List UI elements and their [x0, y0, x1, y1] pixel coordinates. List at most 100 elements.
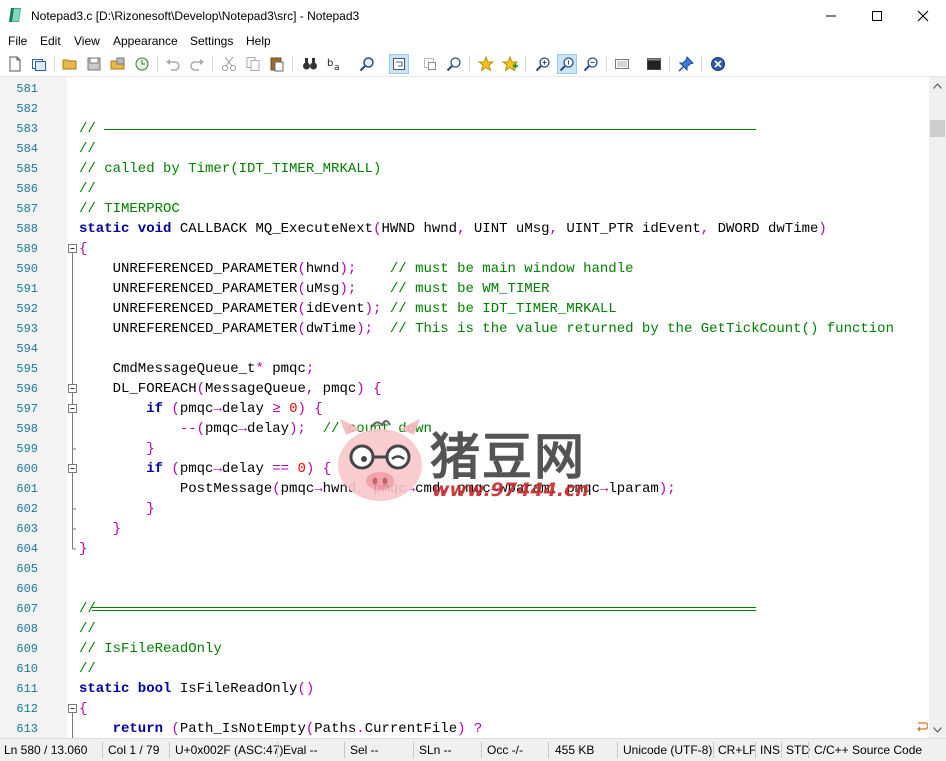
code-line[interactable]: 607 //	[0, 599, 929, 619]
exit-button[interactable]	[708, 54, 728, 74]
code-line[interactable]: 590 UNREFERENCED_PARAMETER(hwnd); // mus…	[0, 259, 929, 279]
select-button[interactable]	[420, 54, 440, 74]
code-line[interactable]: 587 // TIMERPROC	[0, 199, 929, 219]
console-icon	[647, 58, 661, 70]
code-line[interactable]: 609 // IsFileReadOnly	[0, 639, 929, 659]
find-button[interactable]	[300, 54, 320, 74]
line-number: 606	[16, 582, 38, 596]
code-line[interactable]: 581	[0, 79, 929, 99]
toolbar: ba	[0, 51, 946, 77]
fold-toggle-icon[interactable]	[67, 699, 79, 719]
status-std[interactable]: STD	[786, 743, 810, 757]
find-next-button[interactable]	[357, 54, 377, 74]
undo-button[interactable]	[163, 54, 183, 74]
menu-settings[interactable]: Settings	[190, 33, 233, 49]
browse-button[interactable]	[132, 54, 152, 74]
maximize-button[interactable]	[854, 0, 900, 31]
zoom-reset-icon	[559, 57, 574, 72]
fold-toggle-icon[interactable]	[67, 459, 79, 479]
code-line[interactable]: 598 --(pmqc→delay); // count down	[0, 419, 929, 439]
code-line[interactable]: 593 UNREFERENCED_PARAMETER(dwTime); // T…	[0, 319, 929, 339]
new-window-button[interactable]	[29, 54, 49, 74]
code-line[interactable]: 592 UNREFERENCED_PARAMETER(idEvent); // …	[0, 299, 929, 319]
close-button[interactable]	[900, 0, 946, 31]
code-line[interactable]: 596 DL_FOREACH(MessageQueue, pmqc) {	[0, 379, 929, 399]
menu-edit[interactable]: Edit	[40, 33, 61, 49]
cut-button[interactable]	[219, 54, 239, 74]
status-eval[interactable]: Eval --	[283, 743, 318, 757]
zoom-reset-button[interactable]	[557, 54, 577, 74]
status-selection[interactable]: Sel --	[350, 743, 379, 757]
save-as-button[interactable]	[108, 54, 128, 74]
menu-file[interactable]: File	[8, 33, 27, 49]
paste-button[interactable]	[267, 54, 287, 74]
vertical-scrollbar[interactable]	[929, 77, 946, 738]
code-line[interactable]: 582	[0, 99, 929, 119]
select-icon	[424, 58, 436, 70]
pin-icon	[678, 56, 694, 72]
code-line[interactable]: 589 {	[0, 239, 929, 259]
code-line[interactable]: 610 //	[0, 659, 929, 679]
new-button[interactable]	[5, 54, 25, 74]
code-line[interactable]: 601 PostMessage(pmqc→hwnd, pmqc→cmd, pmq…	[0, 479, 929, 499]
fold-toggle-icon[interactable]	[67, 239, 79, 259]
scroll-up-icon[interactable]	[929, 77, 946, 94]
status-eol[interactable]: CR+LF	[718, 743, 756, 757]
minimize-button[interactable]	[808, 0, 854, 31]
fold-toggle-icon[interactable]	[67, 379, 79, 399]
console-button[interactable]	[644, 54, 664, 74]
status-lexer[interactable]: C/C++ Source Code	[814, 743, 922, 757]
code-line[interactable]: 600 if (pmqc→delay == 0) {	[0, 459, 929, 479]
open-button[interactable]	[60, 54, 80, 74]
favorites-button[interactable]	[476, 54, 496, 74]
code-line[interactable]: 613 return (Path_IsNotEmpty(Paths.Curren…	[0, 719, 929, 738]
code-line[interactable]: 583 //	[0, 119, 929, 139]
zoom-find-button[interactable]	[444, 54, 464, 74]
status-ins[interactable]: INS	[760, 743, 780, 757]
status-occurrences[interactable]: Occ -/-	[487, 743, 523, 757]
code-line[interactable]: 595 CmdMessageQueue_t* pmqc;	[0, 359, 929, 379]
add-favorite-button[interactable]	[500, 54, 520, 74]
code-line[interactable]: 602 }	[0, 499, 929, 519]
code-line[interactable]: 606	[0, 579, 929, 599]
schema-button[interactable]	[612, 54, 632, 74]
code-line[interactable]: 612 {	[0, 699, 929, 719]
code-line[interactable]: 603 }	[0, 519, 929, 539]
wrap-indicator-icon	[917, 722, 928, 732]
status-file-size[interactable]: 455 KB	[555, 743, 594, 757]
status-encoding[interactable]: Unicode (UTF-8)	[623, 743, 712, 757]
code-token: ,	[356, 481, 374, 497]
code-line[interactable]: 605	[0, 559, 929, 579]
code-line[interactable]: 588 static void CALLBACK MQ_ExecuteNext(H…	[0, 219, 929, 239]
pin-button[interactable]	[676, 54, 696, 74]
menu-view[interactable]: View	[74, 33, 100, 49]
zoom-out-button[interactable]	[581, 54, 601, 74]
code-line[interactable]: 599 }	[0, 439, 929, 459]
code-line[interactable]: 584 //	[0, 139, 929, 159]
zoom-in-button[interactable]	[533, 54, 553, 74]
code-token: hwnd	[305, 261, 340, 277]
redo-button[interactable]	[187, 54, 207, 74]
scroll-down-icon[interactable]	[929, 721, 946, 738]
editor[interactable]: 581 582 583 // 584 // 585 // called by Timer(I…	[0, 77, 929, 738]
code-line[interactable]: 586 //	[0, 179, 929, 199]
code-line[interactable]: 594	[0, 339, 929, 359]
code-line[interactable]: 585 // called by Timer(IDT_TIMER_MRKALL)	[0, 159, 929, 179]
status-selected-lines[interactable]: SLn --	[419, 743, 452, 757]
scroll-thumb[interactable]	[930, 120, 945, 137]
word-wrap-button[interactable]	[389, 54, 409, 74]
menu-appearance[interactable]: Appearance	[113, 33, 178, 49]
status-line[interactable]: Ln 580 / 13.060	[4, 743, 87, 757]
code-line[interactable]: 611 static bool IsFileReadOnly()	[0, 679, 929, 699]
fold-toggle-icon[interactable]	[67, 399, 79, 419]
menu-help[interactable]: Help	[246, 33, 271, 49]
code-line[interactable]: 591 UNREFERENCED_PARAMETER(uMsg); // mus…	[0, 279, 929, 299]
replace-button[interactable]: ba	[324, 54, 344, 74]
status-column[interactable]: Col 1 / 79	[108, 743, 159, 757]
code-line[interactable]: 608 //	[0, 619, 929, 639]
save-button[interactable]	[84, 54, 104, 74]
code-line[interactable]: 604}	[0, 539, 929, 559]
code-line[interactable]: 597 if (pmqc→delay ≥ 0) {	[0, 399, 929, 419]
status-unicode[interactable]: U+0x002F (ASC:47)	[175, 743, 283, 757]
copy-button[interactable]	[243, 54, 263, 74]
